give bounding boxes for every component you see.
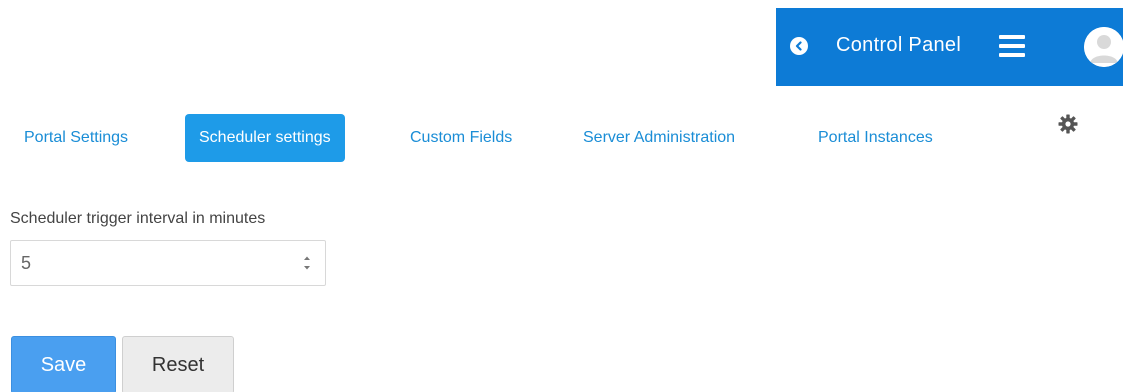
back-icon[interactable] xyxy=(790,37,808,55)
control-panel-title[interactable]: Control Panel xyxy=(836,34,961,57)
user-avatar[interactable] xyxy=(1084,27,1123,67)
control-panel-bar: Control Panel xyxy=(776,8,1123,86)
tab-portal-instances[interactable]: Portal Instances xyxy=(818,114,933,162)
tab-scheduler-settings[interactable]: Scheduler settings xyxy=(185,114,345,162)
user-avatar-icon xyxy=(1084,27,1123,67)
tab-portal-settings[interactable]: Portal Settings xyxy=(24,114,128,162)
interval-number-input[interactable]: 5 xyxy=(10,240,326,286)
tab-custom-fields[interactable]: Custom Fields xyxy=(410,114,512,162)
hamburger-menu-icon[interactable] xyxy=(999,35,1025,57)
interval-value[interactable]: 5 xyxy=(21,253,31,274)
gear-icon[interactable] xyxy=(1057,113,1079,135)
save-button[interactable]: Save xyxy=(11,336,116,392)
reset-button[interactable]: Reset xyxy=(122,336,234,392)
spinner-arrows-icon[interactable] xyxy=(303,254,311,272)
interval-label: Scheduler trigger interval in minutes xyxy=(10,210,266,227)
chevron-left-icon xyxy=(795,41,802,51)
tab-server-administration[interactable]: Server Administration xyxy=(583,114,735,162)
